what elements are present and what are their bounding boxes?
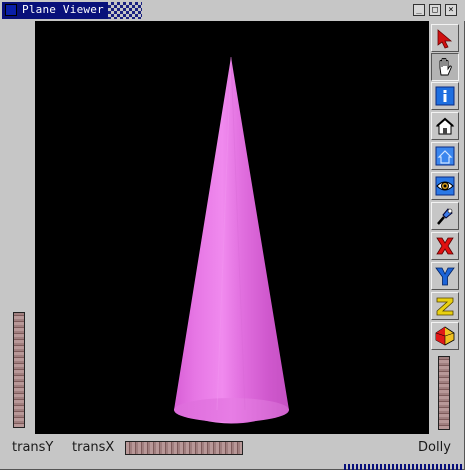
eye-icon bbox=[435, 176, 455, 196]
set-home-button[interactable] bbox=[431, 142, 459, 170]
select-mode-button[interactable] bbox=[431, 24, 459, 52]
transY-thumbwheel[interactable] bbox=[13, 312, 25, 428]
cone-render bbox=[174, 56, 289, 424]
camera-icon bbox=[435, 326, 455, 346]
seek-icon bbox=[437, 208, 453, 225]
viewer-window: Plane Viewer _ □ × transY transX Dolly bbox=[0, 0, 465, 470]
transY-label: transY bbox=[12, 440, 54, 455]
help-button[interactable] bbox=[431, 82, 459, 110]
3d-viewport[interactable] bbox=[35, 21, 429, 434]
bottom-pattern bbox=[344, 464, 464, 470]
cone-body bbox=[174, 57, 289, 424]
maximize-button[interactable]: □ bbox=[429, 4, 441, 16]
view-all-button[interactable] bbox=[431, 172, 459, 200]
dolly-label: Dolly bbox=[418, 440, 451, 455]
title-bar[interactable]: Plane Viewer _ □ × bbox=[0, 0, 465, 21]
arrow-icon bbox=[437, 29, 453, 49]
title-pattern bbox=[108, 2, 142, 19]
view-mode-button[interactable] bbox=[431, 53, 459, 81]
cone-base bbox=[174, 398, 289, 422]
close-button[interactable]: × bbox=[445, 4, 457, 16]
info-icon bbox=[435, 86, 455, 106]
set-home-icon bbox=[435, 146, 455, 166]
y-plane-button[interactable] bbox=[431, 262, 459, 290]
seek-button[interactable] bbox=[431, 202, 459, 230]
hand-icon bbox=[439, 58, 452, 76]
x-plane-button[interactable] bbox=[431, 232, 459, 260]
z-axis-icon bbox=[436, 297, 454, 316]
home-button[interactable] bbox=[431, 112, 459, 140]
camera-toggle-button[interactable] bbox=[431, 322, 459, 350]
minimize-button[interactable]: _ bbox=[413, 4, 425, 16]
y-axis-icon bbox=[435, 267, 455, 286]
z-plane-button[interactable] bbox=[431, 292, 459, 320]
dolly-thumbwheel[interactable] bbox=[438, 356, 450, 430]
window-menu-icon[interactable] bbox=[5, 4, 17, 16]
home-icon bbox=[435, 117, 455, 135]
transX-thumbwheel[interactable] bbox=[125, 441, 243, 455]
transX-label: transX bbox=[72, 440, 115, 455]
x-axis-icon bbox=[436, 237, 454, 255]
window-title: Plane Viewer bbox=[22, 3, 104, 16]
